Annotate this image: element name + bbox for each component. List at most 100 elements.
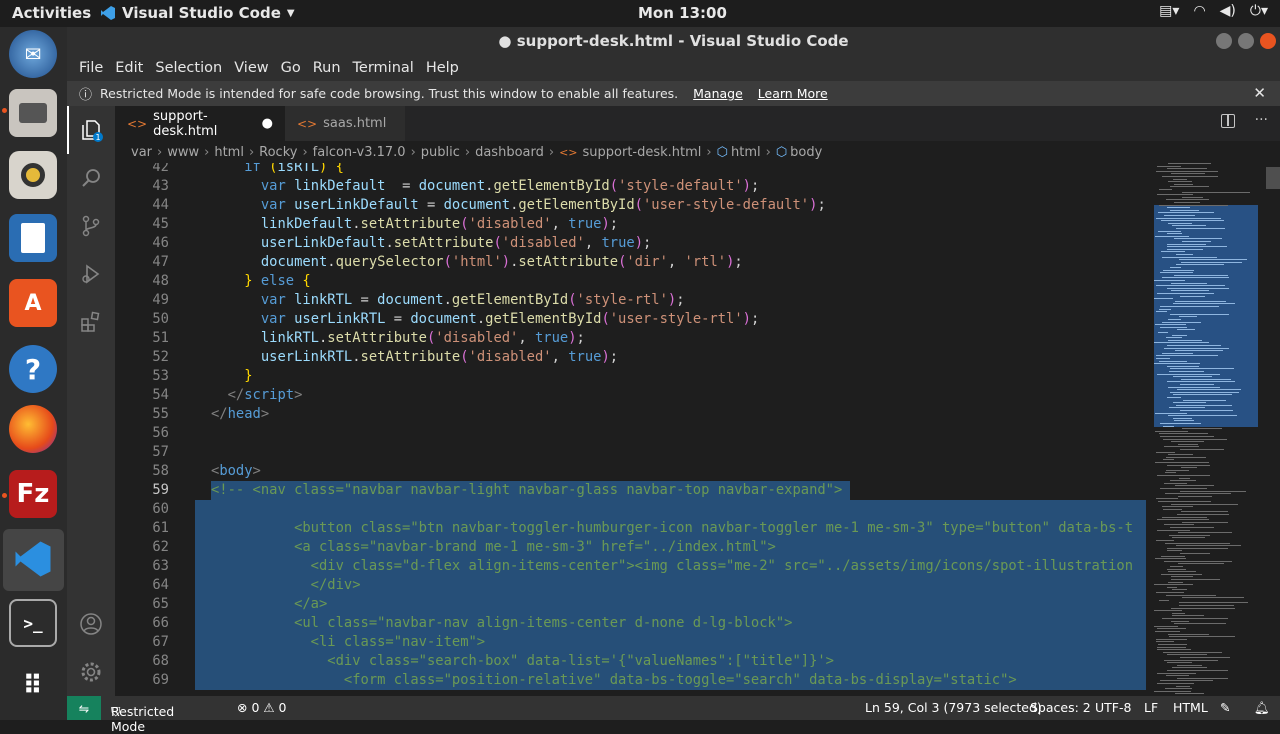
code-line[interactable]: 51 linkRTL.setAttribute('disabled', true… xyxy=(115,329,1146,348)
problems-status[interactable]: ⊗ 0 ⚠ 0 xyxy=(237,700,287,715)
files-icon[interactable] xyxy=(9,89,57,137)
breadcrumb-item[interactable]: Rocky xyxy=(259,145,297,160)
tab-saas[interactable]: <> saas.html xyxy=(285,106,405,141)
cursor-position[interactable]: Ln 59, Col 3 (7973 selected) xyxy=(865,700,1042,715)
minimap-line xyxy=(1160,680,1213,682)
code-line[interactable]: 54 </script> xyxy=(115,386,1146,405)
close-icon[interactable]: ✕ xyxy=(1253,84,1266,102)
code-line[interactable]: 50 var userLinkRTL = document.getElement… xyxy=(115,310,1146,329)
menu-edit[interactable]: Edit xyxy=(109,60,149,76)
code-line[interactable]: 42 if (isRTL) { xyxy=(115,163,1146,177)
eol-status[interactable]: LF xyxy=(1144,700,1158,715)
gear-icon[interactable] xyxy=(67,648,115,696)
code-line[interactable]: 57 xyxy=(115,443,1146,462)
menu-view[interactable]: View xyxy=(228,60,274,76)
menu-selection[interactable]: Selection xyxy=(149,60,228,76)
close-window-button[interactable] xyxy=(1260,33,1276,49)
code-line[interactable]: 46 userLinkDefault.setAttribute('disable… xyxy=(115,234,1146,253)
code-line[interactable]: 60 xyxy=(115,500,1146,519)
remote-icon[interactable]: ⇋ xyxy=(67,696,101,720)
breadcrumb-item[interactable]: support-desk.html xyxy=(583,145,702,160)
system-tray[interactable]: ▤▾ ◠ ◀) ⏻▾ xyxy=(1159,3,1268,19)
learn-more-link[interactable]: Learn More xyxy=(758,86,828,101)
breadcrumb-item[interactable]: var xyxy=(131,145,152,160)
notifications-icon[interactable]: 🔔︎ xyxy=(1254,700,1270,716)
minimap[interactable] xyxy=(1146,163,1280,696)
language-mode[interactable]: HTML xyxy=(1173,700,1208,715)
code-line[interactable]: 47 document.querySelector('html').setAtt… xyxy=(115,253,1146,272)
code-line[interactable]: 56 xyxy=(115,424,1146,443)
code-line[interactable]: 48 } else { xyxy=(115,272,1146,291)
breadcrumb-item[interactable]: public xyxy=(421,145,460,160)
breadcrumb-item[interactable]: falcon-v3.17.0 xyxy=(313,145,406,160)
manage-link[interactable]: Manage xyxy=(693,86,743,101)
power-icon[interactable]: ⏻▾ xyxy=(1250,3,1268,19)
show-apps-icon[interactable]: ⠿ xyxy=(9,662,57,710)
code-line[interactable]: 69 <form class="position-relative" data-… xyxy=(115,671,1146,690)
minimap-line xyxy=(1157,646,1186,648)
window-titlebar[interactable]: ● support-desk.html - Visual Studio Code xyxy=(67,27,1280,55)
thunderbird-icon[interactable]: ✉ xyxy=(9,30,57,78)
writer-icon[interactable] xyxy=(9,214,57,262)
code-line[interactable]: 45 linkDefault.setAttribute('disabled', … xyxy=(115,215,1146,234)
activities-button[interactable]: Activities xyxy=(12,4,91,22)
code-line[interactable]: 62 <a class="navbar-brand me-1 me-sm-3" … xyxy=(115,538,1146,557)
code-line[interactable]: 66 <ul class="navbar-nav align-items-cen… xyxy=(115,614,1146,633)
search-icon[interactable] xyxy=(67,154,115,202)
code-line[interactable]: 67 <li class="nav-item"> xyxy=(115,633,1146,652)
breadcrumb-item[interactable]: body xyxy=(790,145,822,160)
menu-terminal[interactable]: Terminal xyxy=(347,60,420,76)
code-line[interactable]: 55 </head> xyxy=(115,405,1146,424)
menu-run[interactable]: Run xyxy=(307,60,347,76)
source-control-icon[interactable] xyxy=(67,202,115,250)
vscode-icon xyxy=(101,6,115,20)
minimap-line xyxy=(1165,688,1192,690)
clipboard-icon[interactable]: ▤▾ xyxy=(1159,3,1179,19)
code-line[interactable]: 63 <div class="d-flex align-items-center… xyxy=(115,557,1146,576)
breadcrumb-item[interactable]: dashboard xyxy=(475,145,544,160)
code-line[interactable]: 49 var linkRTL = document.getElementById… xyxy=(115,291,1146,310)
breadcrumb-item[interactable]: www xyxy=(167,145,199,160)
help-icon[interactable]: ? xyxy=(9,345,57,393)
rhythmbox-icon[interactable] xyxy=(9,151,57,199)
menu-help[interactable]: Help xyxy=(420,60,465,76)
software-icon[interactable]: A xyxy=(9,279,57,327)
minimize-button[interactable] xyxy=(1216,33,1232,49)
maximize-button[interactable] xyxy=(1238,33,1254,49)
wifi-icon[interactable]: ◠ xyxy=(1193,3,1205,19)
indentation-status[interactable]: Spaces: 2 xyxy=(1030,700,1091,715)
volume-icon[interactable]: ◀) xyxy=(1220,3,1236,19)
more-actions-icon[interactable]: ··· xyxy=(1255,112,1268,128)
code-line[interactable]: 61 <button class="btn navbar-toggler-hum… xyxy=(115,519,1146,538)
code-line[interactable]: 68 <div class="search-box" data-list='{"… xyxy=(115,652,1146,671)
terminal-icon[interactable]: >_ xyxy=(9,599,57,647)
code-line[interactable]: 53 } xyxy=(115,367,1146,386)
code-editor[interactable]: 42 if (isRTL) {43 var linkDefault = docu… xyxy=(115,163,1146,696)
code-line[interactable]: 43 var linkDefault = document.getElement… xyxy=(115,177,1146,196)
menu-go[interactable]: Go xyxy=(275,60,307,76)
run-debug-icon[interactable] xyxy=(67,250,115,298)
code-line[interactable]: 65 </a> xyxy=(115,595,1146,614)
firefox-icon[interactable] xyxy=(9,405,57,453)
app-menu[interactable]: Visual Studio Code ▼ xyxy=(100,4,295,22)
split-editor-icon[interactable] xyxy=(1221,114,1235,128)
explorer-icon[interactable]: 1 xyxy=(67,106,115,154)
code-line[interactable]: 64 </div> xyxy=(115,576,1146,595)
code-line[interactable]: 52 userLinkRTL.setAttribute('disabled', … xyxy=(115,348,1146,367)
tab-support-desk[interactable]: <> support-desk.html ● xyxy=(115,106,285,141)
clock[interactable]: Mon 13:00 xyxy=(638,4,727,22)
unsaved-dot-icon[interactable]: ● xyxy=(262,116,273,131)
breadcrumb-item[interactable]: html xyxy=(214,145,244,160)
filezilla-icon[interactable]: Fz xyxy=(9,470,57,518)
code-line[interactable]: 44 var userLinkDefault = document.getEle… xyxy=(115,196,1146,215)
encoding-status[interactable]: UTF-8 xyxy=(1095,700,1131,715)
scrollbar-thumb[interactable] xyxy=(1266,167,1280,189)
feedback-icon[interactable]: ✎ xyxy=(1220,700,1230,715)
menu-file[interactable]: File xyxy=(73,60,109,76)
extensions-icon[interactable] xyxy=(67,298,115,346)
code-line[interactable]: 59 <!-- <nav class="navbar navbar-light n… xyxy=(115,481,1146,500)
breadcrumb-item[interactable]: html xyxy=(731,145,761,160)
vscode-dock-icon[interactable] xyxy=(9,535,57,583)
account-icon[interactable] xyxy=(67,600,115,648)
code-line[interactable]: 58 <body> xyxy=(115,462,1146,481)
